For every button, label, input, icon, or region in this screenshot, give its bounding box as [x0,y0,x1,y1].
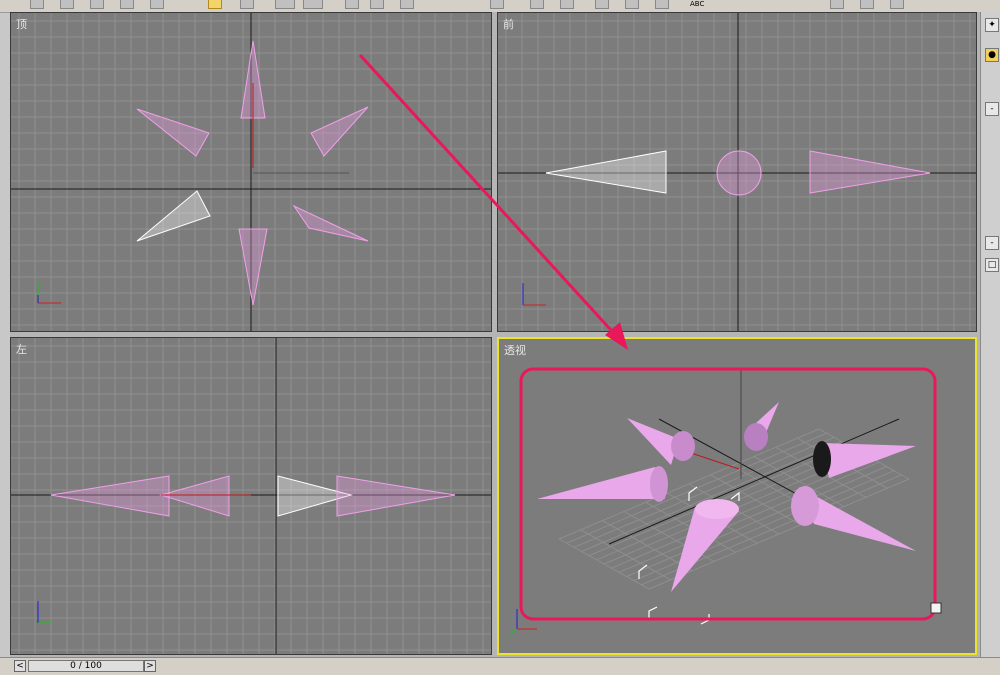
toolbar-button[interactable] [625,0,639,9]
geometry-button-icon[interactable]: ● [985,48,999,62]
toolbar-button[interactable] [303,0,323,9]
toolbar-button[interactable] [830,0,844,9]
checkbox-icon[interactable]: □ [985,258,999,272]
axis-tripod-icon [37,281,61,304]
toolbar-button[interactable] [530,0,544,9]
cone-object[interactable] [650,466,668,502]
viewport-label[interactable]: 透视 [504,342,526,358]
axis-tripod-icon [37,601,51,624]
prev-frame-button[interactable]: < [14,660,26,672]
viewport-label[interactable]: 顶 [16,16,27,32]
toolbar-button[interactable] [150,0,164,9]
selected-cone-object[interactable] [545,150,667,194]
toolbar-button[interactable] [240,0,254,9]
viewport-front[interactable]: 前 [497,12,977,332]
cone-object[interactable] [50,475,170,517]
cone-object[interactable] [716,150,762,196]
toolbar-button[interactable] [370,0,384,9]
command-panel: ✦ ● - - □ [980,12,1000,657]
cone-object[interactable] [671,431,695,461]
toolbar-button[interactable] [60,0,74,9]
rollout-collapse-icon[interactable]: - [985,236,999,250]
toolbar-button[interactable] [490,0,504,9]
select-tool-button[interactable] [208,0,222,9]
cone-object[interactable] [813,441,831,477]
top-view-canvas [11,13,491,331]
next-frame-button[interactable]: > [144,660,156,672]
frame-counter[interactable]: 0 / 100 [28,660,144,672]
perspective-view-canvas [508,367,942,636]
cone-object[interactable] [627,418,679,465]
selected-cone-object[interactable] [671,507,739,592]
toolbar-button[interactable] [345,0,359,9]
selected-cone-object[interactable] [695,499,739,519]
text-icon[interactable]: ABC [690,0,704,8]
toolbar-button[interactable] [860,0,874,9]
viewport-label[interactable]: 左 [16,341,27,357]
cone-object[interactable] [336,475,456,517]
toolbar-button[interactable] [90,0,104,9]
cone-object[interactable] [809,150,931,194]
viewport-area: 顶 前 左 透视 [10,12,980,657]
left-view-canvas [11,338,491,654]
toolbar-button[interactable] [655,0,669,9]
selected-cone-object[interactable] [136,190,211,242]
toolbar-button[interactable] [275,0,295,9]
time-slider-bar: < 0 / 100 > [0,657,1000,675]
orbit-cursor-icon [930,602,942,614]
axis-tripod-icon [522,283,546,306]
cone-object[interactable] [791,486,819,526]
toolbar-button[interactable] [890,0,904,9]
viewport-label[interactable]: 前 [503,16,514,32]
toolbar-button[interactable] [560,0,574,9]
cone-object[interactable] [821,443,916,478]
toolbar-button[interactable] [120,0,134,9]
viewport-perspective[interactable]: 透视 [497,337,977,655]
viewport-left[interactable]: 左 [10,337,492,655]
rollout-collapse-icon[interactable]: - [985,102,999,116]
toolbar-button[interactable] [400,0,414,9]
cone-object[interactable] [537,467,665,499]
viewport-top[interactable]: 顶 [10,12,492,332]
cone-object[interactable] [292,204,369,242]
toolbar-button[interactable] [595,0,609,9]
cone-object[interactable] [744,423,768,451]
create-tab-icon[interactable]: ✦ [985,18,999,32]
front-view-canvas [498,13,976,331]
toolbar-button[interactable] [30,0,44,9]
